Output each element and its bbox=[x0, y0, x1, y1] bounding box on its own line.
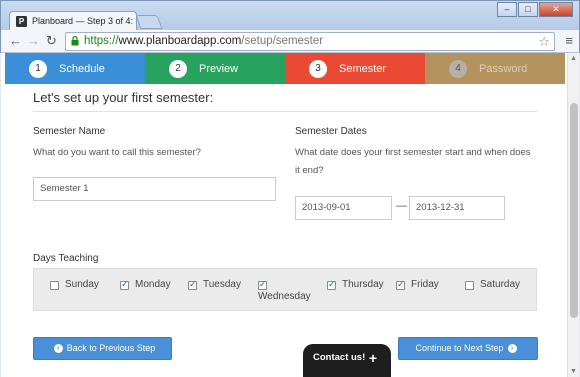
step-label: Semester bbox=[339, 62, 387, 75]
new-tab-button[interactable] bbox=[135, 15, 163, 29]
planboard-favicon-icon: P bbox=[16, 16, 27, 27]
semester-dates-label: Semester Dates bbox=[295, 126, 367, 137]
day-label: Wednesday bbox=[258, 291, 311, 302]
day-label: Friday bbox=[411, 279, 439, 290]
step-preview[interactable]: 2 Preview bbox=[145, 53, 285, 84]
friday-checkbox[interactable] bbox=[396, 279, 405, 290]
step-semester[interactable]: 3 Semester bbox=[285, 53, 425, 84]
browser-titlebar: P Planboard — Step 3 of 4: S – □ ✕ bbox=[0, 0, 580, 31]
date-separator: — bbox=[396, 200, 407, 212]
minimize-icon[interactable]: – bbox=[497, 2, 517, 17]
reload-icon[interactable]: ↻ bbox=[46, 33, 57, 49]
semester-name-label: Semester Name bbox=[33, 126, 106, 137]
contact-label: Contact us! bbox=[313, 352, 366, 363]
maximize-icon[interactable]: □ bbox=[518, 2, 538, 17]
window-controls: – □ ✕ bbox=[496, 2, 573, 17]
day-label: Monday bbox=[135, 279, 171, 290]
address-bar[interactable]: https://www.planboardapp.com/setup/semes… bbox=[65, 32, 555, 51]
step-schedule[interactable]: 1 Schedule bbox=[5, 53, 145, 84]
day-label: Tuesday bbox=[203, 279, 241, 290]
tuesday-checkbox[interactable] bbox=[188, 279, 197, 290]
scroll-up-icon[interactable]: ▲ bbox=[570, 55, 577, 62]
days-checkbox-group: Sunday Monday Tuesday Wednesday Thursday… bbox=[33, 268, 537, 311]
browser-toolbar: ← → ↻ https://www.planboardapp.com/setup… bbox=[0, 30, 580, 53]
back-button[interactable]: ‹ Back to Previous Step bbox=[33, 337, 172, 360]
url-protocol: https:// bbox=[84, 35, 119, 47]
plus-icon: + bbox=[368, 350, 377, 366]
start-date-input[interactable]: 2013-09-01 bbox=[295, 196, 392, 220]
back-button-label: Back to Previous Step bbox=[66, 343, 156, 353]
chevron-left-icon: ‹ bbox=[53, 344, 63, 354]
close-icon[interactable]: ✕ bbox=[539, 2, 573, 17]
semester-dates-help: What date does your first semester start… bbox=[295, 147, 531, 176]
end-date-input[interactable]: 2013-12-31 bbox=[409, 196, 505, 220]
day-label: Saturday bbox=[480, 279, 521, 290]
step-label: Password bbox=[479, 62, 528, 75]
lock-icon bbox=[71, 36, 79, 46]
page-scrollbar[interactable]: ▲ ▼ bbox=[567, 53, 579, 377]
step-number: 3 bbox=[309, 59, 327, 78]
day-label: Sunday bbox=[65, 279, 99, 290]
menu-icon[interactable]: ≡ bbox=[565, 33, 573, 48]
scroll-down-icon[interactable]: ▼ bbox=[570, 368, 577, 375]
step-number: 4 bbox=[449, 59, 467, 78]
saturday-checkbox[interactable] bbox=[465, 281, 474, 290]
day-label: Thursday bbox=[342, 279, 384, 290]
step-password: 4 Password bbox=[425, 53, 565, 84]
browser-tab[interactable]: P Planboard — Step 3 of 4: S bbox=[9, 11, 137, 31]
semester-name-help: What do you want to call this semester? bbox=[33, 147, 201, 158]
chevron-right-icon: › bbox=[507, 344, 517, 354]
sunday-checkbox[interactable] bbox=[50, 281, 59, 290]
star-icon[interactable]: ☆ bbox=[538, 33, 550, 50]
step-number: 2 bbox=[169, 59, 187, 78]
back-arrow-icon[interactable]: ← bbox=[9, 33, 22, 49]
contact-us-widget[interactable]: Contact us! + bbox=[303, 344, 391, 377]
url-host: www.planboardapp.com bbox=[118, 35, 242, 47]
tab-title: Planboard — Step 3 of 4: S bbox=[32, 16, 137, 26]
monday-checkbox[interactable] bbox=[120, 279, 129, 290]
days-teaching-label: Days Teaching bbox=[33, 253, 99, 264]
setup-form: Let's set up your first semester: bbox=[33, 84, 537, 112]
wizard-steps: 1 Schedule 2 Preview 3 Semester 4 Passwo… bbox=[5, 53, 565, 84]
wednesday-checkbox[interactable] bbox=[258, 279, 267, 290]
semester-name-input[interactable]: Semester 1 bbox=[33, 177, 276, 201]
scrollbar-thumb[interactable] bbox=[570, 103, 578, 318]
continue-button-label: Continue to Next Step bbox=[415, 343, 504, 353]
page-viewport: 1 Schedule 2 Preview 3 Semester 4 Passwo… bbox=[1, 53, 579, 377]
step-number: 1 bbox=[29, 59, 47, 78]
step-label: Preview bbox=[199, 62, 239, 75]
step-label: Schedule bbox=[59, 62, 105, 75]
thursday-checkbox[interactable] bbox=[327, 279, 336, 290]
url-path: /setup/semester bbox=[241, 35, 324, 47]
continue-button[interactable]: Continue to Next Step › bbox=[398, 337, 538, 360]
forward-arrow-icon[interactable]: → bbox=[27, 33, 40, 49]
page-title: Let's set up your first semester: bbox=[33, 84, 537, 112]
